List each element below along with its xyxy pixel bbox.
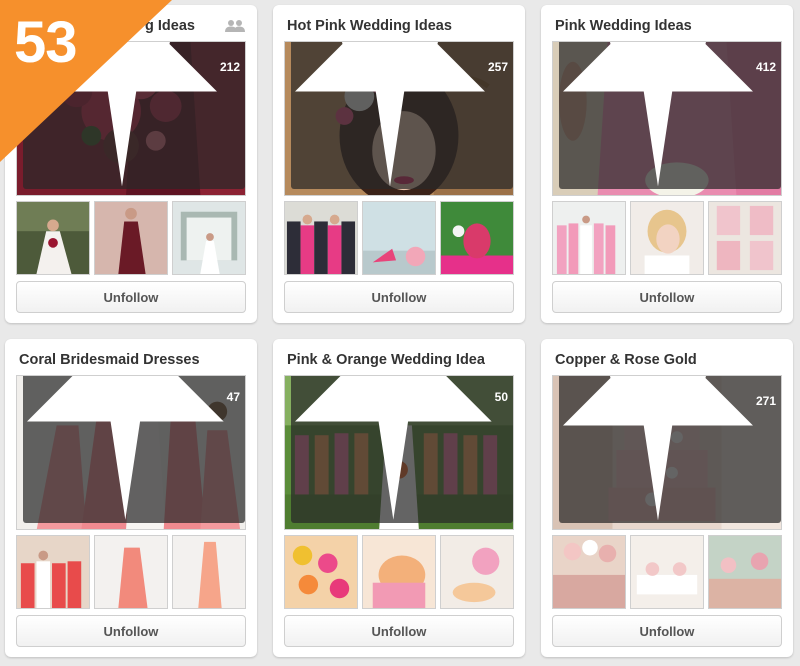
unfollow-button[interactable]: Unfollow (552, 615, 782, 647)
board-thumbnail[interactable] (172, 535, 246, 609)
board-thumbnail[interactable] (552, 535, 626, 609)
pushpin-icon (295, 376, 492, 520)
board-thumbnail[interactable] (708, 201, 782, 275)
board-thumbnail[interactable] (440, 535, 514, 609)
unfollow-button[interactable]: Unfollow (284, 615, 514, 647)
board-card[interactable]: Coral Bridesmaid Dresses 47 Unfollow (5, 339, 257, 657)
pin-count: 212 (219, 60, 240, 75)
board-cover-image[interactable]: 257 (284, 41, 514, 196)
pin-count: 412 (755, 60, 776, 75)
pushpin-icon (563, 42, 753, 186)
board-thumbnail[interactable] (172, 201, 246, 275)
board-title: Pink Wedding Ideas (555, 18, 692, 34)
pin-count: 271 (755, 394, 776, 409)
board-thumbnail[interactable] (552, 201, 626, 275)
pushpin-icon (27, 376, 224, 520)
board-thumbnail[interactable] (362, 201, 436, 275)
board-thumbnail[interactable] (16, 535, 90, 609)
board-thumbnail[interactable] (440, 201, 514, 275)
board-card[interactable]: Hot Pink Wedding Ideas 257 Unfollow (273, 5, 525, 323)
board-thumbnail[interactable] (16, 201, 90, 275)
board-card[interactable]: Copper & Rose Gold 271 Unfollow (541, 339, 793, 657)
pin-count-badge: 412 (559, 42, 781, 189)
board-thumbnails (552, 535, 782, 609)
pin-count: 257 (487, 60, 508, 75)
board-cover-image[interactable]: 50 (284, 375, 514, 530)
board-thumbnails (552, 201, 782, 275)
pin-count-badge: 50 (291, 376, 513, 523)
board-thumbnail[interactable] (284, 201, 358, 275)
board-thumbnail[interactable] (630, 201, 704, 275)
unfollow-button[interactable]: Unfollow (16, 615, 246, 647)
unfollow-button[interactable]: Unfollow (552, 281, 782, 313)
board-thumbnails (16, 201, 246, 275)
board-title: Copper & Rose Gold (555, 352, 697, 368)
board-thumbnail[interactable] (94, 201, 168, 275)
board-card[interactable]: Pink & Orange Wedding Ideas 50 Unfollow (273, 339, 525, 657)
board-thumbnail[interactable] (708, 535, 782, 609)
board-cover-image[interactable]: 412 (552, 41, 782, 196)
board-thumbnails (16, 535, 246, 609)
board-title: Pink & Orange Wedding Ideas (287, 352, 485, 368)
board-thumbnails (284, 201, 514, 275)
pin-count-badge: 257 (291, 42, 513, 189)
board-cover-image[interactable]: 271 (552, 375, 782, 530)
unfollow-button[interactable]: Unfollow (16, 281, 246, 313)
board-thumbnail[interactable] (630, 535, 704, 609)
pin-count-badge: 47 (23, 376, 245, 523)
pin-count: 47 (226, 390, 240, 405)
board-title: Coral Bridesmaid Dresses (19, 352, 200, 368)
pin-count-badge: 271 (559, 376, 781, 523)
board-thumbnails (284, 535, 514, 609)
group-board-icon (225, 20, 245, 32)
ranking-number: 53 (14, 10, 78, 75)
board-thumbnail[interactable] (362, 535, 436, 609)
pin-count: 50 (494, 390, 508, 405)
pushpin-icon (295, 42, 485, 186)
unfollow-button[interactable]: Unfollow (284, 281, 514, 313)
pushpin-icon (563, 376, 753, 520)
board-thumbnail[interactable] (284, 535, 358, 609)
board-thumbnail[interactable] (94, 535, 168, 609)
board-card[interactable]: Pink Wedding Ideas 412 Unfollow (541, 5, 793, 323)
board-cover-image[interactable]: 47 (16, 375, 246, 530)
board-title: Hot Pink Wedding Ideas (287, 18, 452, 34)
